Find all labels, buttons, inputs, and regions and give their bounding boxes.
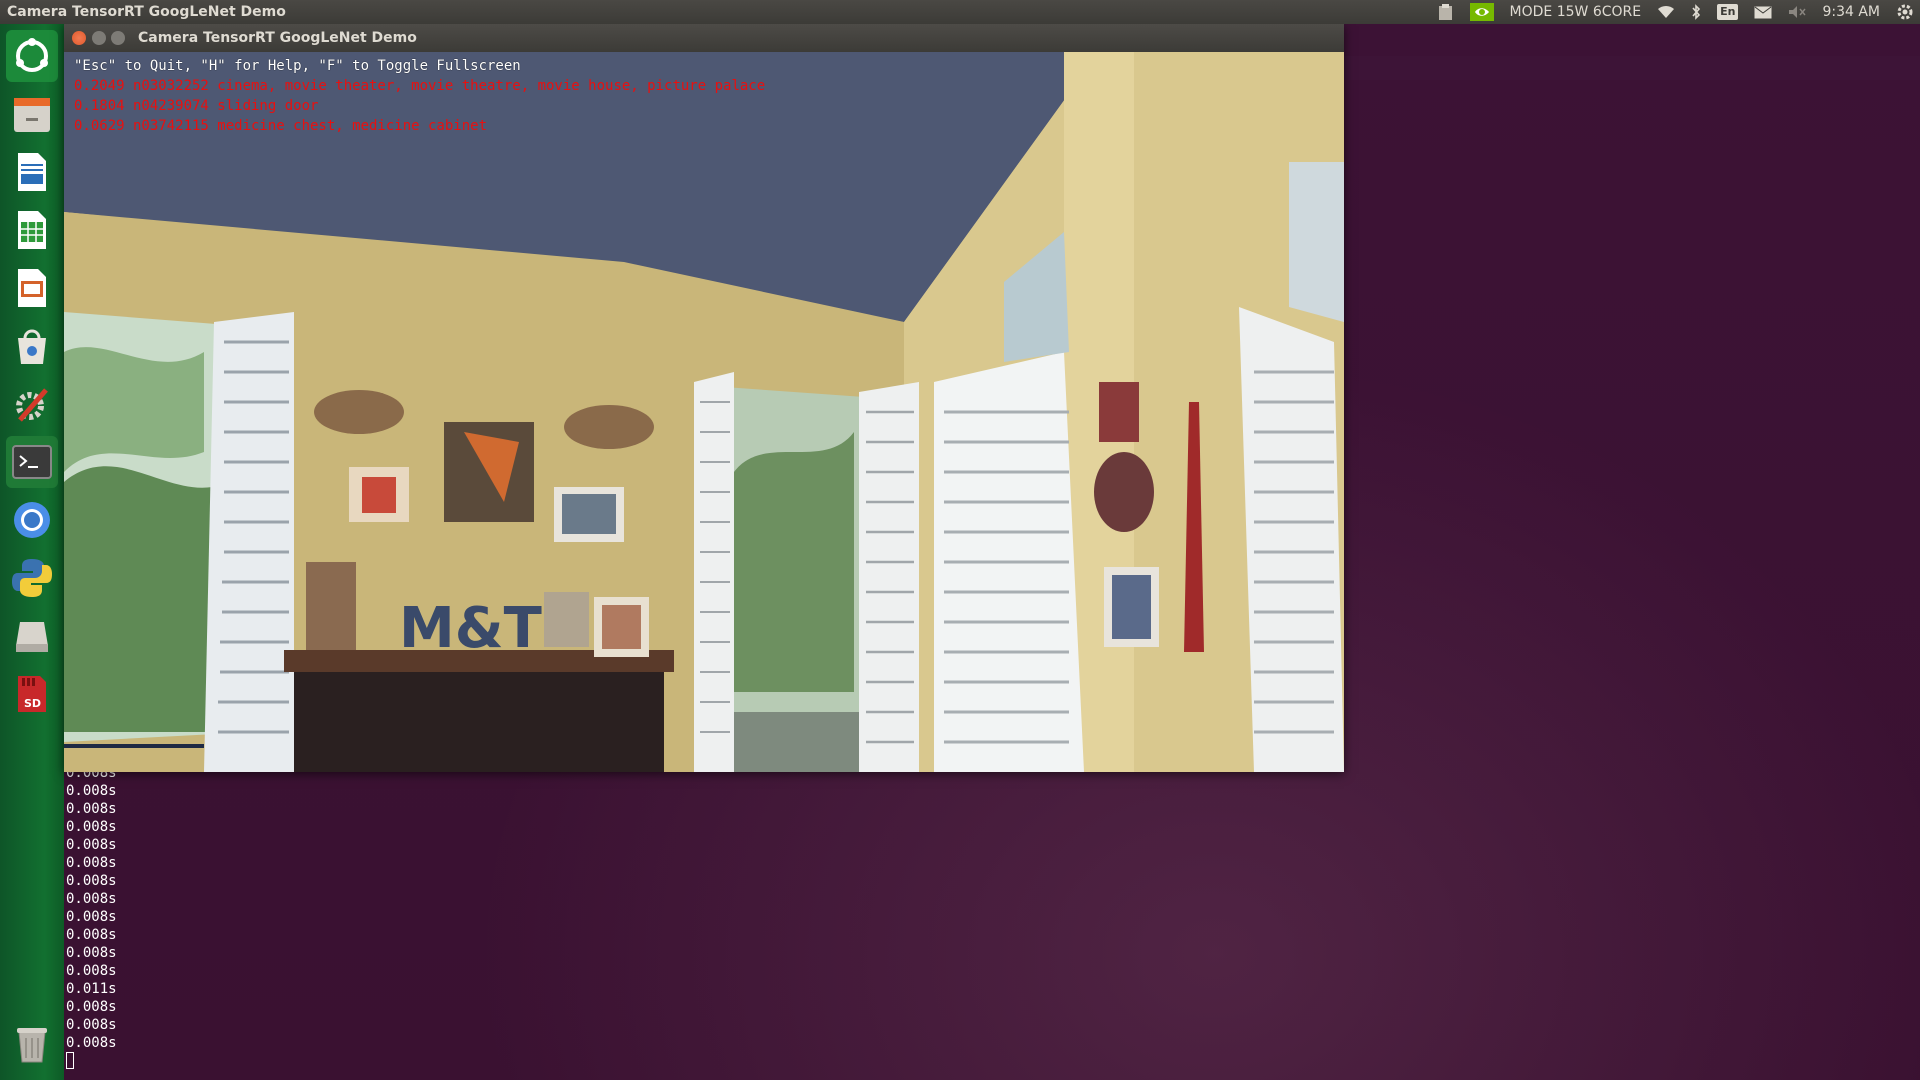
minimize-button[interactable] [92, 31, 106, 45]
inference-overlay: "Esc" to Quit, "H" for Help, "F" to Togg… [74, 56, 765, 136]
terminal-titlebar [1344, 56, 1920, 80]
sd-card-label: SD [24, 697, 41, 710]
terminal-line: 0.008s [66, 891, 117, 907]
mantel-letters: M&T [399, 596, 542, 661]
close-button[interactable] [72, 31, 86, 45]
camera-feed: M&T "Esc" to Quit, "H" for Help, "F" to … [64, 52, 1344, 772]
prediction-line: 0.1804 n04239074 sliding door [74, 98, 319, 114]
prediction-line: 0.2049 n03032252 cinema, movie theater, … [74, 78, 766, 94]
python-icon[interactable] [6, 552, 58, 604]
terminal-line: 0.008s [66, 999, 117, 1015]
files-icon[interactable] [6, 88, 58, 140]
terminal-line: 0.008s [66, 837, 117, 853]
writer-icon[interactable] [6, 146, 58, 198]
window-title: Camera TensorRT GoogLeNet Demo [138, 30, 417, 46]
terminal-line: 0.008s [66, 1017, 117, 1033]
terminal-line: 0.008s [66, 909, 117, 925]
terminal-icon[interactable] [6, 436, 58, 488]
keyboard-layout-indicator[interactable]: En [1717, 4, 1739, 20]
terminal-line: 0.008s [66, 873, 117, 889]
camera-demo-window: Camera TensorRT GoogLeNet Demo M&T "Esc"… [64, 24, 1344, 772]
terminal-line: 0.008s [66, 783, 117, 799]
mail-icon[interactable] [1754, 6, 1772, 19]
active-app-title: Camera TensorRT GoogLeNet Demo [7, 4, 286, 20]
terminal-cursor [66, 1052, 74, 1069]
system-settings-icon[interactable] [6, 378, 58, 430]
calc-icon[interactable] [6, 204, 58, 256]
trash-icon[interactable] [6, 1018, 58, 1070]
gear-icon[interactable] [1896, 3, 1914, 21]
terminal-line: 0.008s [66, 819, 117, 835]
impress-icon[interactable] [6, 262, 58, 314]
terminal-line: 0.008s [66, 801, 117, 817]
terminal-line: 0.008s [66, 855, 117, 871]
system-tray: MODE 15W 6CORE En 9:34 AM [1438, 0, 1920, 24]
dash-home-icon[interactable] [6, 30, 58, 82]
software-center-icon[interactable] [6, 320, 58, 372]
terminal-line: 0.008s [66, 963, 117, 979]
top-panel: Camera TensorRT GoogLeNet Demo MODE 15W … [0, 0, 1920, 24]
terminal-line: 0.011s [66, 981, 117, 997]
terminal-line: 0.008s [66, 927, 117, 943]
nvidia-icon[interactable] [1469, 3, 1494, 21]
bluetooth-icon[interactable] [1691, 4, 1701, 20]
help-text: "Esc" to Quit, "H" for Help, "F" to Togg… [74, 58, 521, 74]
clipboard-icon[interactable] [1438, 3, 1454, 21]
room-scene: M&T [64, 52, 1344, 772]
window-titlebar[interactable]: Camera TensorRT GoogLeNet Demo [64, 24, 1344, 52]
prediction-line: 0.0629 n03742115 medicine chest, medicin… [74, 118, 488, 134]
sd-card-icon[interactable]: SD [6, 668, 58, 720]
terminal-output: 0.008s 0.008s 0.008s 0.008s 0.008s 0.008s 0.00… [66, 764, 117, 1052]
terminal-line: 0.008s [66, 1035, 117, 1051]
maximize-button[interactable] [111, 31, 125, 45]
clock[interactable]: 9:34 AM [1822, 0, 1880, 24]
wifi-icon[interactable] [1657, 5, 1675, 19]
drive-icon[interactable] [6, 610, 58, 662]
launcher: SD [0, 24, 64, 1080]
terminal-line: 0.008s [66, 945, 117, 961]
power-mode-label[interactable]: MODE 15W 6CORE [1510, 0, 1642, 24]
chromium-icon[interactable] [6, 494, 58, 546]
volume-muted-icon[interactable] [1788, 5, 1806, 19]
